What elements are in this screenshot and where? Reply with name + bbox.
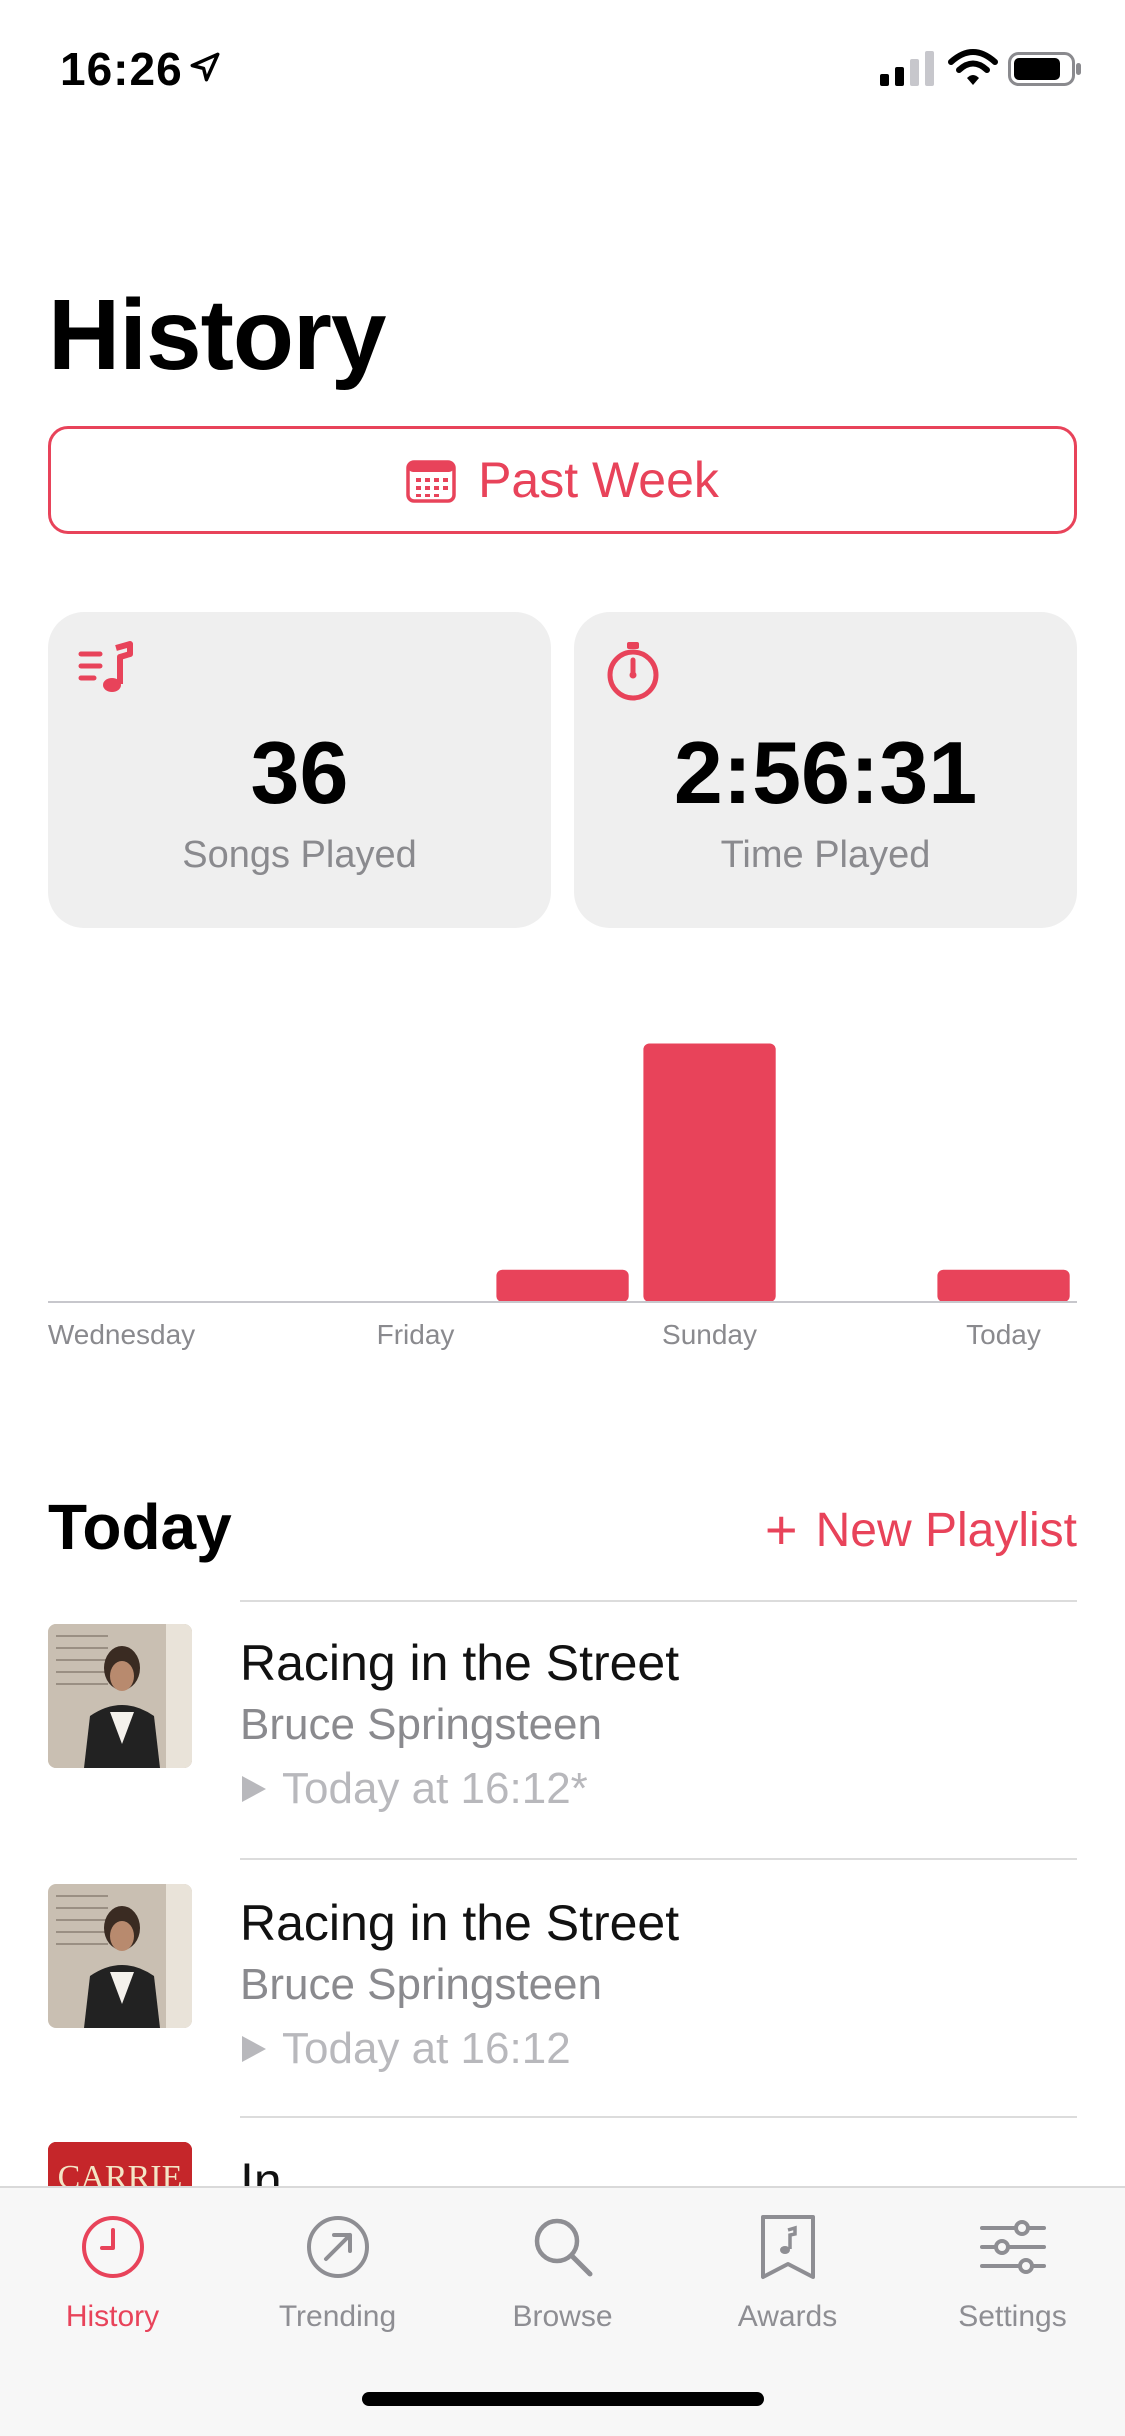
home-indicator xyxy=(362,2392,764,2406)
album-cover xyxy=(48,1884,192,2028)
track-artist: Bruce Springsteen xyxy=(240,1700,602,1749)
period-selector-button[interactable]: Past Week xyxy=(48,426,1077,534)
section-title-today: Today xyxy=(48,1491,232,1563)
tab-label: Settings xyxy=(958,2300,1067,2333)
tab-label: History xyxy=(65,2300,160,2333)
track-title: In xyxy=(240,2153,282,2190)
cellular-signal-icon xyxy=(880,51,934,86)
wifi-icon xyxy=(948,49,998,85)
chart-tick-label: Sunday xyxy=(662,1319,757,1350)
play-icon xyxy=(242,1776,266,1802)
plus-icon: + xyxy=(764,1498,798,1561)
chart-bar-saturday xyxy=(496,1269,629,1302)
music-list-icon xyxy=(78,641,133,692)
award-bookmark-icon xyxy=(760,2215,815,2279)
listening-bar-chart: Wednesday Friday Sunday Today xyxy=(48,1043,1077,1350)
trending-arrow-icon xyxy=(306,2216,369,2278)
tab-label: Browse xyxy=(512,2300,613,2333)
album-cover: CARRIE xyxy=(48,2142,192,2190)
time-played-value: 2:56:31 xyxy=(673,723,978,822)
status-time: 16:26 xyxy=(60,43,183,95)
track-played-label: Today at 16:12 xyxy=(282,2024,571,2073)
play-icon xyxy=(242,2036,266,2062)
chart-tick-label: Wednesday xyxy=(48,1319,195,1350)
tab-settings[interactable]: Settings xyxy=(900,2214,1125,2354)
chart-bar-sunday xyxy=(643,1043,776,1302)
tab-label: Trending xyxy=(278,2300,397,2333)
track-title: Racing in the Street xyxy=(240,1895,680,1951)
chart-bar-today xyxy=(937,1269,1070,1302)
track-title: Racing in the Street xyxy=(240,1635,680,1691)
battery-icon xyxy=(1008,52,1081,86)
sliders-icon xyxy=(979,2220,1046,2274)
clock-icon xyxy=(81,2216,144,2278)
new-playlist-label: New Playlist xyxy=(815,1503,1077,1557)
stopwatch-icon xyxy=(607,642,659,701)
songs-played-label: Songs Played xyxy=(182,834,417,876)
tab-browse[interactable]: Browse xyxy=(450,2214,675,2354)
status-bar: 16:26 xyxy=(0,0,1125,140)
songs-played-card: 36 Songs Played xyxy=(48,612,551,928)
chart-tick-label: Today xyxy=(966,1319,1041,1350)
tab-trending[interactable]: Trending xyxy=(225,2214,450,2354)
chart-tick-label: Friday xyxy=(377,1319,455,1350)
tab-label: Awards xyxy=(737,2300,838,2333)
track-artist: Bruce Springsteen xyxy=(240,1960,602,2009)
page-title: History xyxy=(48,279,387,391)
search-icon xyxy=(534,2218,592,2277)
album-cover xyxy=(48,1624,192,1768)
track-row[interactable]: Racing in the Street Bruce Springsteen T… xyxy=(0,1858,1125,2116)
track-played-time: Today at 16:12 xyxy=(240,2024,571,2074)
history-list: Racing in the Street Bruce Springsteen T… xyxy=(0,1600,1125,2190)
new-playlist-button[interactable]: + New Playlist xyxy=(765,1502,1077,1558)
tab-awards[interactable]: Awards xyxy=(675,2214,900,2354)
songs-played-value: 36 xyxy=(250,723,349,822)
tab-history[interactable]: History xyxy=(0,2214,225,2354)
track-row[interactable]: Racing in the Street Bruce Springsteen T… xyxy=(0,1600,1125,1858)
track-row[interactable]: CARRIE In xyxy=(0,2116,1125,2190)
time-played-card: 2:56:31 Time Played xyxy=(574,612,1077,928)
time-played-label: Time Played xyxy=(720,834,931,876)
track-played-label: Today at 16:12* xyxy=(282,1764,588,1813)
period-label: Past Week xyxy=(478,452,719,508)
location-arrow-icon xyxy=(190,52,220,82)
track-played-time: Today at 16:12* xyxy=(240,1764,588,1814)
calendar-icon xyxy=(406,460,456,503)
